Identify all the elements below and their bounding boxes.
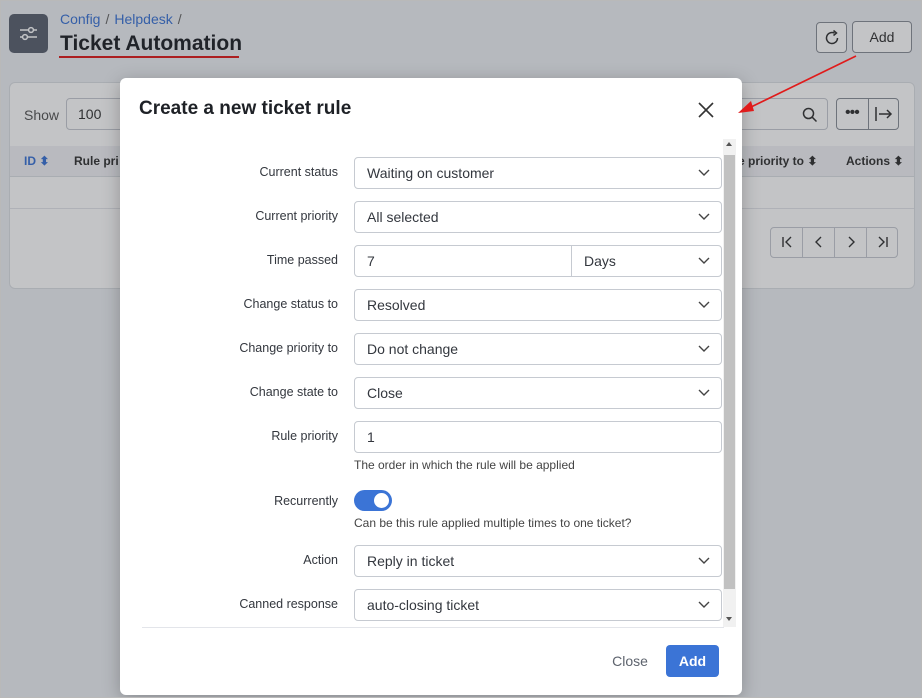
app-window: Config / Helpdesk / Ticket Automation Add S… <box>0 0 922 698</box>
annotation-arrow-icon <box>738 55 857 113</box>
